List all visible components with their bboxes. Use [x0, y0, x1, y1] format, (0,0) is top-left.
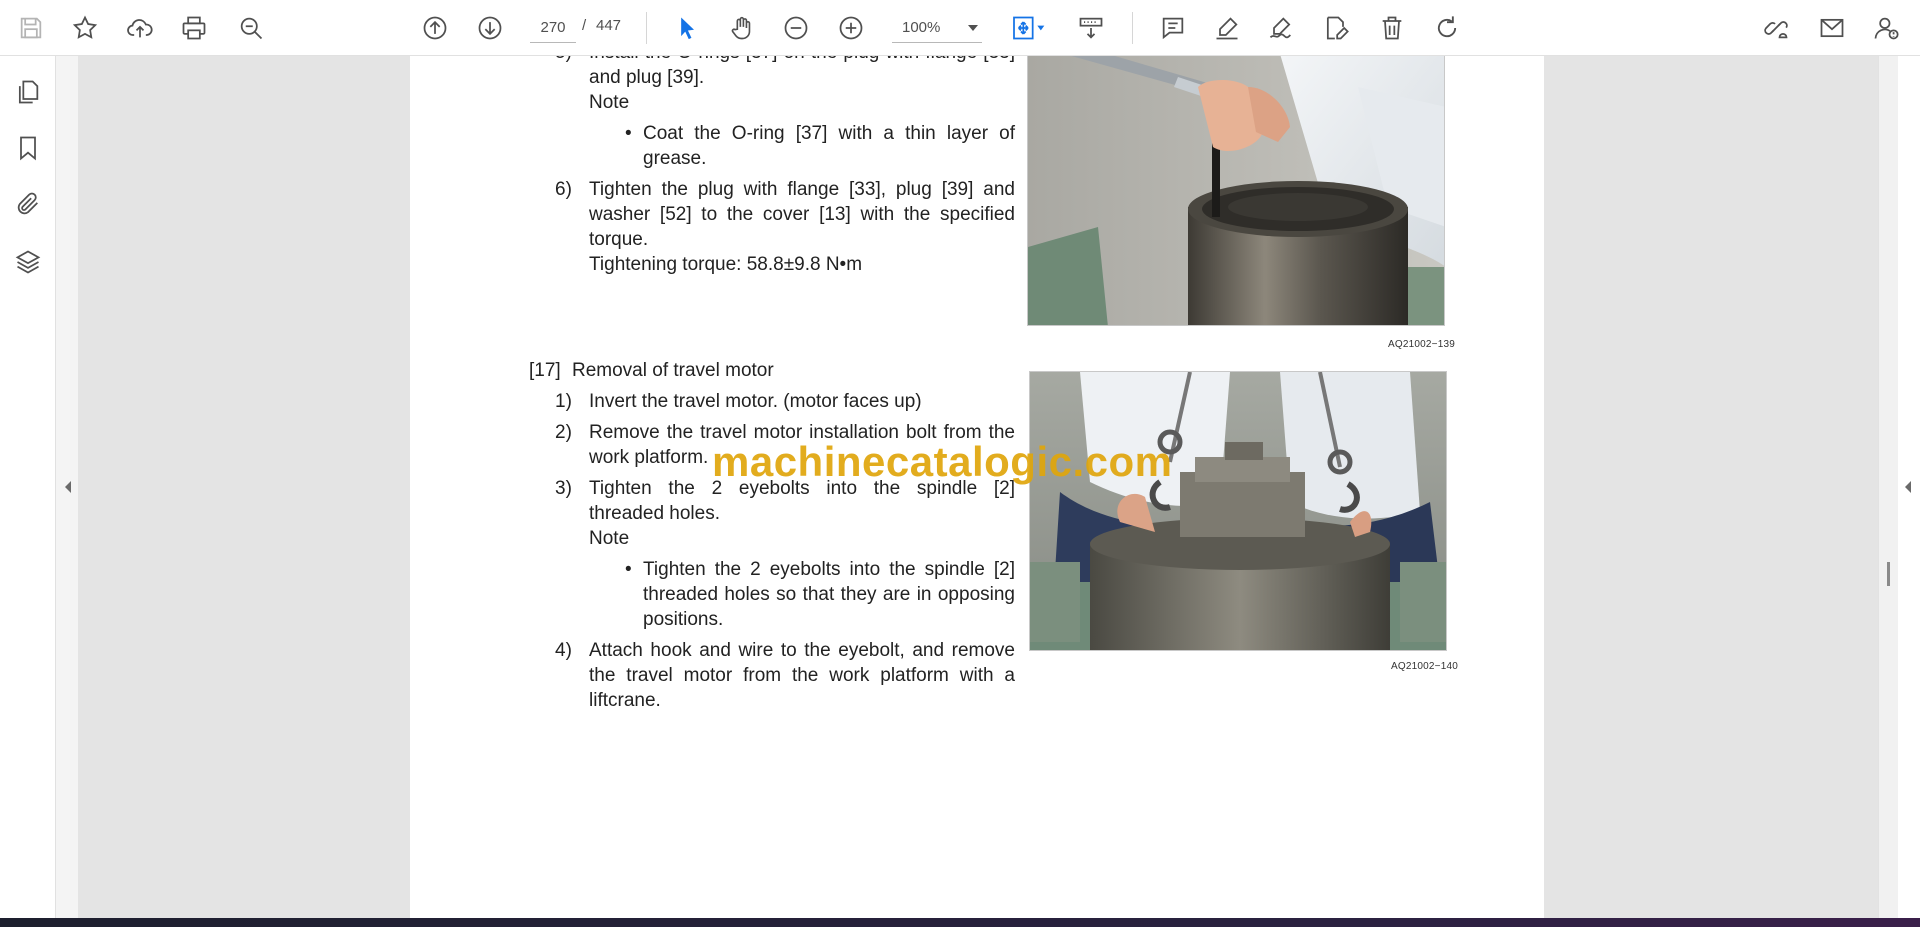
upload-button[interactable]	[121, 9, 159, 47]
attachment-icon	[17, 192, 38, 215]
figure-photo-travel-motor-lift	[1029, 371, 1447, 651]
step-number: 5)	[555, 56, 572, 65]
hand-tool-button[interactable]	[723, 9, 761, 47]
account-button[interactable]	[1867, 9, 1905, 47]
email-icon	[1820, 18, 1844, 38]
pages-panel-button[interactable]	[12, 76, 44, 108]
step-number: 4)	[555, 640, 572, 661]
section-number: [17]	[529, 360, 561, 381]
print-button[interactable]	[175, 9, 213, 47]
scroll-mode-button[interactable]	[1072, 9, 1110, 47]
save-button[interactable]	[12, 9, 50, 47]
watermark: machinecatalogic.com	[712, 438, 1173, 485]
toolbar-divider	[646, 12, 647, 44]
share-link-icon	[1764, 21, 1788, 39]
scrollbar-thumb[interactable]	[1887, 562, 1890, 586]
zoom-select[interactable]: 100%	[892, 13, 982, 43]
arrow-up-circle-icon	[423, 16, 447, 40]
star-icon	[72, 15, 98, 39]
sign-button[interactable]	[1262, 9, 1300, 47]
zoom-out-icon	[784, 16, 808, 40]
bullet-marker: •	[625, 123, 632, 144]
edit-button[interactable]	[1317, 9, 1355, 47]
step-number: 2)	[555, 422, 572, 443]
step-text: Invert the travel motor. (motor faces up…	[589, 391, 922, 412]
torque-spec: Tightening torque: 58.8±9.8 N•m	[589, 254, 863, 275]
arrow-down-circle-icon	[478, 16, 502, 40]
expand-right-panel-button[interactable]	[1902, 478, 1914, 496]
highlight-pen-icon	[1216, 17, 1238, 40]
search-icon	[240, 17, 263, 40]
scroll-mode-icon	[1079, 17, 1103, 39]
expand-left-panel-button[interactable]	[62, 478, 74, 496]
note-bullet-text: Coat the O-ring [37] with a thin layer o…	[643, 123, 1015, 169]
bullet-marker: •	[625, 559, 632, 580]
step-text: Tighten the plug with flange [33], plug …	[589, 179, 1015, 250]
zoom-in-icon	[839, 16, 863, 40]
select-tool-button[interactable]	[668, 9, 706, 47]
layers-icon	[15, 250, 41, 274]
note-label: Note	[589, 528, 630, 549]
bookmark-icon	[20, 136, 36, 161]
delete-button[interactable]	[1373, 9, 1411, 47]
bookmark-star-button[interactable]	[66, 9, 104, 47]
zoom-out-button[interactable]	[777, 9, 815, 47]
left-rail	[0, 56, 56, 918]
note-label: Note	[589, 92, 630, 113]
toolbar: / 447 100%	[0, 0, 1920, 56]
zoom-value: 100%	[902, 19, 941, 36]
find-button[interactable]	[232, 9, 270, 47]
zoom-in-button[interactable]	[832, 9, 870, 47]
page-total: 447	[596, 17, 622, 34]
fit-page-button[interactable]	[1004, 9, 1052, 47]
pages-icon	[18, 80, 39, 104]
chevron-left-icon	[1905, 481, 1911, 493]
chevron-left-icon	[65, 481, 71, 493]
comment-icon	[1162, 17, 1184, 40]
figure-caption: AQ21002−140	[1391, 661, 1458, 672]
share-link-button[interactable]	[1757, 9, 1795, 47]
taskbar-strip	[0, 918, 1920, 927]
pdf-page: 5) Install the O-rings [37] on the plug …	[410, 56, 1544, 918]
rotate-button[interactable]	[1428, 9, 1466, 47]
note-bullet-text: Tighten the 2 eyebolts into the spindle …	[643, 559, 1015, 630]
vertical-scrollbar[interactable]	[1878, 56, 1898, 918]
attachments-panel-button[interactable]	[12, 188, 44, 220]
cursor-icon	[681, 17, 694, 40]
step-number: 1)	[555, 391, 572, 412]
edit-doc-icon	[1326, 16, 1349, 40]
layers-panel-button[interactable]	[12, 246, 44, 278]
step-number: 3)	[555, 478, 572, 499]
toolbar-divider	[1132, 12, 1133, 44]
rotate-icon	[1437, 16, 1457, 38]
print-icon	[182, 16, 206, 40]
step-number: 6)	[555, 179, 572, 200]
account-icon	[1874, 17, 1899, 40]
fit-page-icon	[1013, 16, 1045, 40]
bookmarks-panel-button[interactable]	[12, 132, 44, 164]
step-text: Install the O-rings [37] on the plug wit…	[589, 56, 1015, 88]
figure-caption: AQ21002−139	[1388, 339, 1455, 350]
page-number-input[interactable]	[530, 13, 576, 43]
section-heading: Removal of travel motor	[572, 360, 774, 381]
prev-page-button[interactable]	[416, 9, 454, 47]
next-page-button[interactable]	[471, 9, 509, 47]
chevron-down-icon	[964, 24, 982, 31]
trash-icon	[1382, 16, 1402, 40]
hand-icon	[731, 16, 751, 40]
comment-button[interactable]	[1154, 9, 1192, 47]
cloud-upload-icon	[127, 19, 153, 38]
step-text: Attach hook and wire to the eyebolt, and…	[589, 640, 1015, 711]
save-icon	[20, 17, 42, 39]
page-separator: /	[582, 17, 587, 34]
sign-icon	[1269, 17, 1291, 39]
email-button[interactable]	[1813, 9, 1851, 47]
highlight-button[interactable]	[1208, 9, 1246, 47]
figure-photo-plug-tightening	[1027, 56, 1445, 326]
